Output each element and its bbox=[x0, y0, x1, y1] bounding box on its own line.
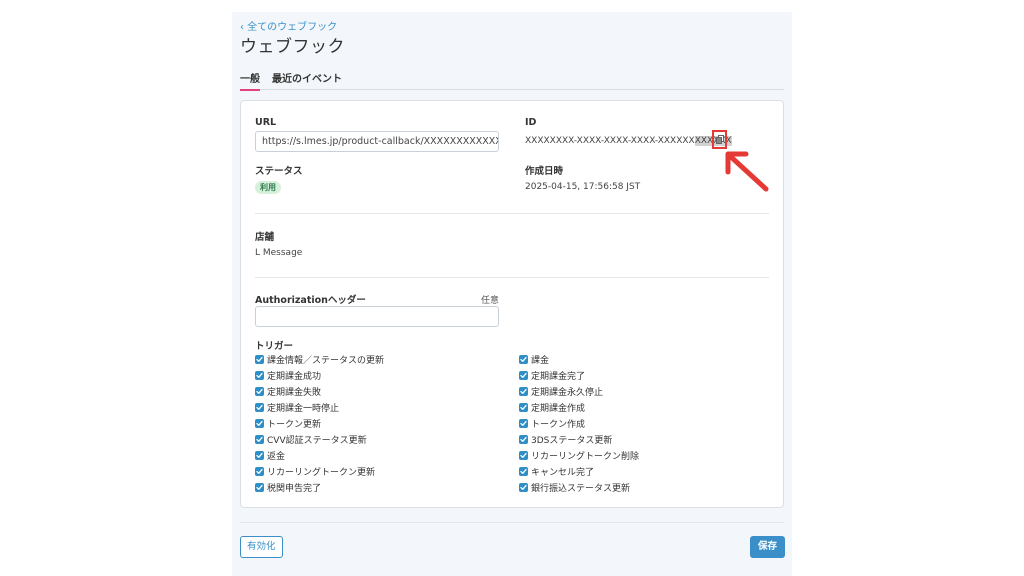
trigger-label: 定期課金成功 bbox=[267, 372, 322, 382]
trigger-checkbox-item[interactable]: トークン更新 bbox=[255, 417, 321, 430]
trigger-checkbox-item[interactable]: リカーリングトークン更新 bbox=[255, 465, 375, 478]
trigger-checkbox-item[interactable]: 銀行振込ステータス更新 bbox=[519, 481, 630, 494]
save-button[interactable]: 保存 bbox=[750, 536, 786, 558]
back-to-all-webhooks-link[interactable]: ‹ 全てのウェブフック bbox=[240, 18, 337, 33]
footer-divider bbox=[240, 522, 784, 523]
checkbox-checked-icon[interactable] bbox=[519, 467, 528, 476]
trigger-label: 税関申告完了 bbox=[267, 484, 322, 494]
trigger-checkbox-item[interactable]: 定期課金成功 bbox=[255, 369, 321, 382]
url-label: URL bbox=[255, 117, 277, 128]
triggers-label: トリガー bbox=[255, 341, 294, 352]
trigger-checkbox-item[interactable]: 定期課金永久停止 bbox=[519, 385, 603, 398]
annotation-arrow-icon bbox=[725, 151, 769, 192]
trigger-label: トークン作成 bbox=[531, 420, 586, 430]
trigger-checkbox-item[interactable]: トークン作成 bbox=[519, 417, 585, 430]
checkbox-checked-icon[interactable] bbox=[255, 451, 264, 460]
divider bbox=[255, 213, 769, 214]
status-badge: 利用 bbox=[255, 181, 281, 194]
trigger-checkbox-item[interactable]: 3DSステータス更新 bbox=[519, 433, 612, 446]
webhook-detail-page: ‹ 全てのウェブフック ウェブフック 一般 最近のイベント URL https:… bbox=[232, 12, 792, 576]
tab-general[interactable]: 一般 bbox=[240, 70, 260, 91]
trigger-label: 定期課金永久停止 bbox=[531, 388, 604, 398]
status-label: ステータス bbox=[255, 166, 303, 177]
checkbox-checked-icon[interactable] bbox=[255, 403, 264, 412]
webhook-settings-card: URL https://s.lmes.jp/product-callback/X… bbox=[240, 100, 784, 508]
checkbox-checked-icon[interactable] bbox=[519, 355, 528, 364]
trigger-label: トークン更新 bbox=[267, 420, 322, 430]
trigger-label: リカーリングトークン更新 bbox=[267, 468, 376, 478]
checkbox-checked-icon[interactable] bbox=[519, 435, 528, 444]
trigger-label: 定期課金一時停止 bbox=[267, 404, 340, 414]
trigger-label: 定期課金失敗 bbox=[267, 388, 322, 398]
trigger-label: 返金 bbox=[267, 452, 286, 462]
created-at-label: 作成日時 bbox=[525, 166, 564, 177]
trigger-checkbox-item[interactable]: 課金情報／ステータスの更新 bbox=[255, 353, 384, 366]
checkbox-checked-icon[interactable] bbox=[255, 355, 264, 364]
checkbox-checked-icon[interactable] bbox=[255, 371, 264, 380]
page-title: ウェブフック bbox=[240, 37, 345, 57]
authorization-header-label: Authorizationヘッダー bbox=[255, 295, 366, 306]
trigger-checkbox-item[interactable]: キャンセル完了 bbox=[519, 465, 594, 478]
trigger-checkbox-item[interactable]: 定期課金作成 bbox=[519, 401, 585, 414]
trigger-label: 課金情報／ステータスの更新 bbox=[267, 356, 385, 366]
checkbox-checked-icon[interactable] bbox=[519, 419, 528, 428]
trigger-checkbox-item[interactable]: 税関申告完了 bbox=[255, 481, 321, 494]
divider bbox=[255, 277, 769, 278]
trigger-checkbox-item[interactable]: 返金 bbox=[255, 449, 285, 462]
checkbox-checked-icon[interactable] bbox=[255, 435, 264, 444]
trigger-label: 定期課金作成 bbox=[531, 404, 586, 414]
authorization-header-input[interactable] bbox=[255, 306, 499, 327]
trigger-label: 課金 bbox=[531, 356, 550, 366]
activate-button[interactable]: 有効化 bbox=[240, 536, 283, 558]
trigger-checkbox-item[interactable]: CVV認証ステータス更新 bbox=[255, 433, 367, 446]
id-value: XXXXXXXX-XXXX-XXXX-XXXX-XXXXXXXXXXXX bbox=[525, 136, 732, 146]
trigger-label: CVV認証ステータス更新 bbox=[267, 436, 367, 446]
tab-bar: 一般 最近のイベント bbox=[240, 70, 784, 91]
trigger-checkbox-item[interactable]: 課金 bbox=[519, 353, 549, 366]
trigger-checkbox-item[interactable]: 定期課金失敗 bbox=[255, 385, 321, 398]
trigger-checkbox-item[interactable]: 定期課金完了 bbox=[519, 369, 585, 382]
store-value: L Message bbox=[255, 248, 303, 258]
checkbox-checked-icon[interactable] bbox=[255, 387, 264, 396]
checkbox-checked-icon[interactable] bbox=[519, 403, 528, 412]
checkbox-checked-icon[interactable] bbox=[519, 483, 528, 492]
trigger-checkbox-item[interactable]: リカーリングトークン削除 bbox=[519, 449, 639, 462]
trigger-label: 3DSステータス更新 bbox=[531, 436, 613, 446]
checkbox-checked-icon[interactable] bbox=[519, 371, 528, 380]
trigger-label: リカーリングトークン削除 bbox=[531, 452, 640, 462]
optional-label: 任意 bbox=[481, 296, 500, 306]
store-label: 店舗 bbox=[255, 232, 275, 243]
checkbox-checked-icon[interactable] bbox=[255, 419, 264, 428]
tab-recent-events[interactable]: 最近のイベント bbox=[272, 70, 342, 89]
checkbox-checked-icon[interactable] bbox=[255, 467, 264, 476]
copy-icon bbox=[715, 135, 724, 144]
checkbox-checked-icon[interactable] bbox=[519, 387, 528, 396]
id-label: ID bbox=[525, 117, 537, 128]
trigger-label: 銀行振込ステータス更新 bbox=[531, 484, 631, 494]
copy-id-button[interactable] bbox=[712, 130, 727, 149]
created-at-value: 2025-04-15, 17:56:58 JST bbox=[525, 182, 641, 192]
trigger-label: キャンセル完了 bbox=[531, 468, 595, 478]
checkbox-checked-icon[interactable] bbox=[519, 451, 528, 460]
trigger-label: 定期課金完了 bbox=[531, 372, 586, 382]
id-value-text: XXXXXXXX-XXXX-XXXX-XXXX-XXXXXX bbox=[525, 136, 695, 146]
url-field[interactable]: https://s.lmes.jp/product-callback/XXXXX… bbox=[255, 131, 499, 152]
checkbox-checked-icon[interactable] bbox=[255, 483, 264, 492]
trigger-checkbox-item[interactable]: 定期課金一時停止 bbox=[255, 401, 339, 414]
